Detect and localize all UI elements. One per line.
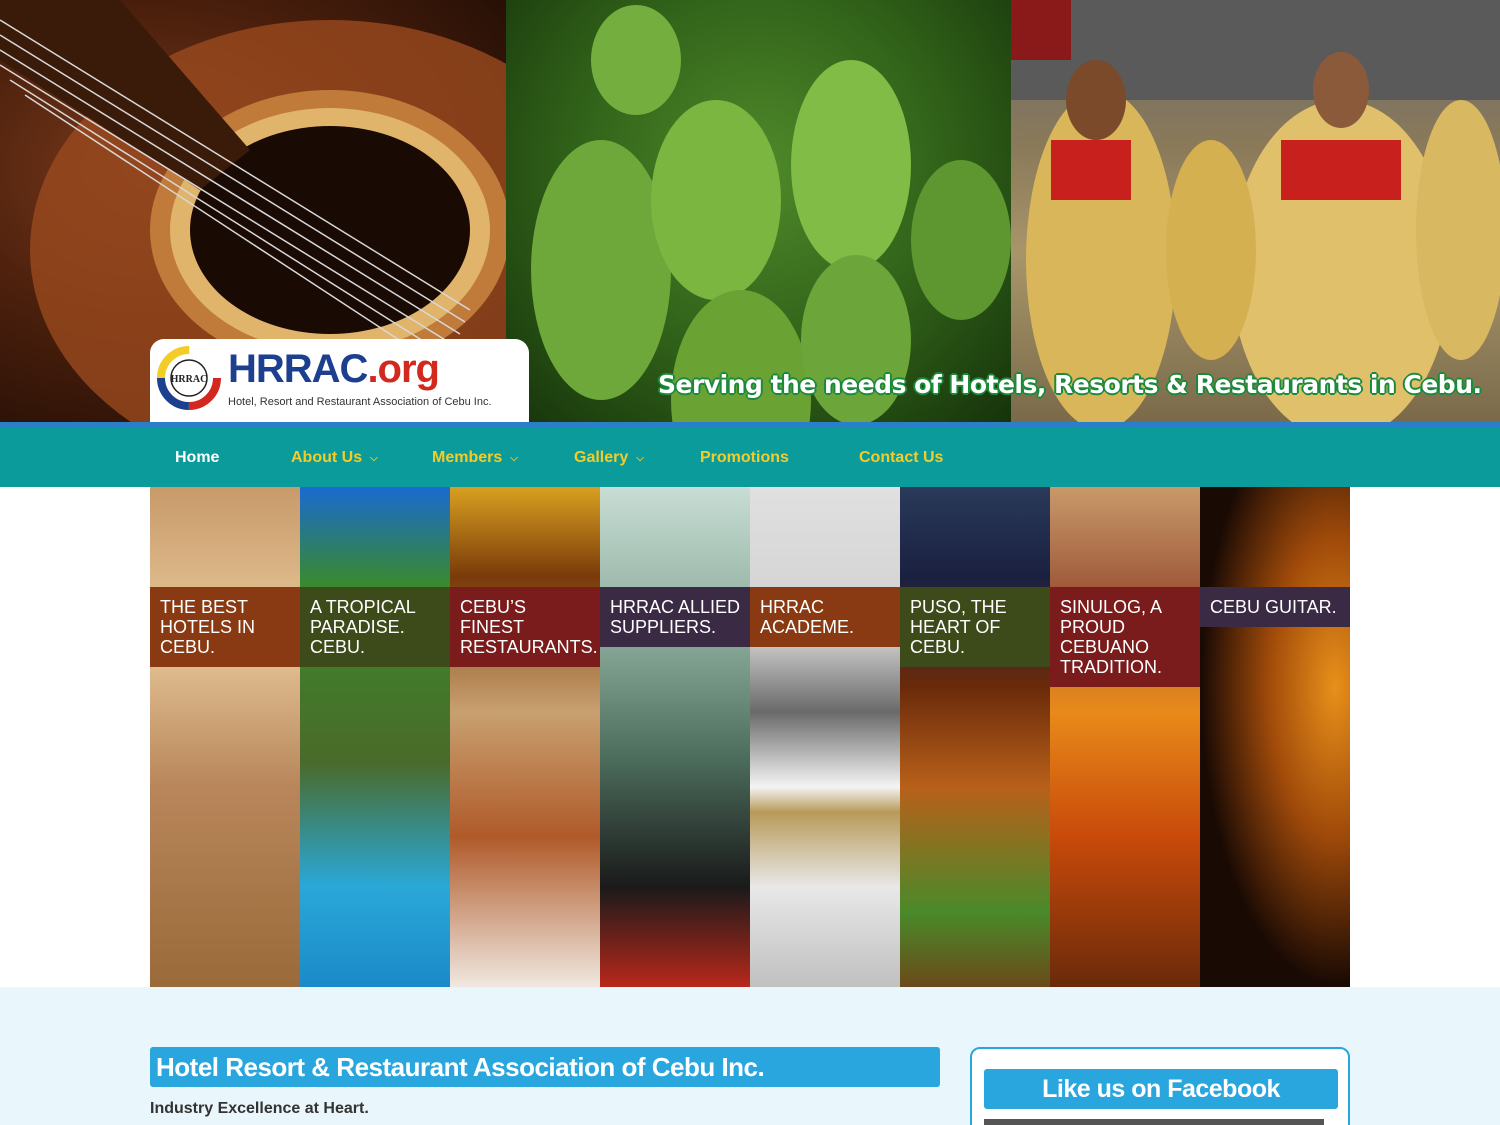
hero-banner: HRRAC HRRAC.org Hotel, Resort and Restau… [0, 0, 1500, 422]
logo-title: HRRAC.org [228, 347, 440, 391]
nav-promotions[interactable]: Promotions [700, 449, 789, 467]
chevron-down-icon: ⌵ [636, 453, 644, 464]
mango-photo [506, 0, 1011, 422]
nav-gallery[interactable]: Gallery ⌵ [574, 449, 644, 467]
page-subtitle: Industry Excellence at Heart. [150, 1100, 369, 1117]
logo-title-main: HRRAC [228, 347, 368, 391]
chevron-down-icon: ⌵ [370, 453, 378, 464]
logo-title-ext: .org [367, 347, 440, 391]
slide-puso[interactable]: PUSO, THE HEART OF CEBU. [900, 487, 1050, 987]
slide-sinulog[interactable]: SINULOG, A PROUD CEBUANO TRADITION. [1050, 487, 1200, 987]
nav-home[interactable]: Home [175, 449, 219, 467]
slide-guitar[interactable]: CEBU GUITAR. [1200, 487, 1350, 987]
slide-caption: THE BEST HOTELS IN CEBU. [150, 587, 300, 667]
chevron-down-icon: ⌵ [510, 453, 518, 464]
nav-gallery-label: Gallery [574, 449, 629, 466]
nav-members-label: Members [432, 449, 503, 466]
page-title: Hotel Resort & Restaurant Association of… [150, 1047, 940, 1087]
slide-caption: CEBU’S FINEST RESTAURANTS. [450, 587, 600, 667]
emblem-text: HRRAC [171, 374, 208, 385]
slide-caption: SINULOG, A PROUD CEBUANO TRADITION. [1050, 587, 1200, 687]
facebook-page-plugin[interactable] [984, 1119, 1324, 1125]
slide-caption: HRRAC ACADEME. [750, 587, 900, 647]
facebook-widget-title: Like us on Facebook [984, 1069, 1338, 1109]
logo-subtitle: Hotel, Resort and Restaurant Association… [228, 396, 492, 408]
site-logo[interactable]: HRRAC HRRAC.org Hotel, Resort and Restau… [150, 339, 529, 422]
slide-caption: PUSO, THE HEART OF CEBU. [900, 587, 1050, 667]
slide-suppliers[interactable]: HRRAC ALLIED SUPPLIERS. [600, 487, 750, 987]
hero-tagline: Serving the needs of Hotels, Resorts & R… [658, 370, 1482, 399]
main-content: Hotel Resort & Restaurant Association of… [0, 987, 1500, 1125]
facebook-widget: Like us on Facebook [970, 1047, 1350, 1125]
nav-about-us-label: About Us [291, 449, 363, 466]
slide-caption: HRRAC ALLIED SUPPLIERS. [600, 587, 750, 647]
nav-home-label: Home [175, 449, 220, 466]
nav-contact-us[interactable]: Contact Us [859, 449, 943, 467]
accordion-slider: THE BEST HOTELS IN CEBU. A TROPICAL PARA… [150, 487, 1350, 987]
hrrac-emblem-icon: HRRAC [157, 346, 221, 410]
slide-tropical[interactable]: A TROPICAL PARADISE. CEBU. [300, 487, 450, 987]
nav-members[interactable]: Members ⌵ [432, 449, 518, 467]
slide-hotels[interactable]: THE BEST HOTELS IN CEBU. [150, 487, 300, 987]
main-navigation: Home About Us ⌵ Members ⌵ Gallery ⌵ Promoti… [0, 422, 1500, 487]
slide-academe[interactable]: HRRAC ACADEME. [750, 487, 900, 987]
nav-contact-us-label: Contact Us [859, 449, 944, 466]
nav-about-us[interactable]: About Us ⌵ [291, 449, 378, 467]
sinulog-festival-photo [1011, 0, 1500, 422]
slide-restaurants[interactable]: CEBU’S FINEST RESTAURANTS. [450, 487, 600, 987]
slide-caption: CEBU GUITAR. [1200, 587, 1350, 627]
nav-promotions-label: Promotions [700, 449, 789, 466]
slide-caption: A TROPICAL PARADISE. CEBU. [300, 587, 450, 667]
